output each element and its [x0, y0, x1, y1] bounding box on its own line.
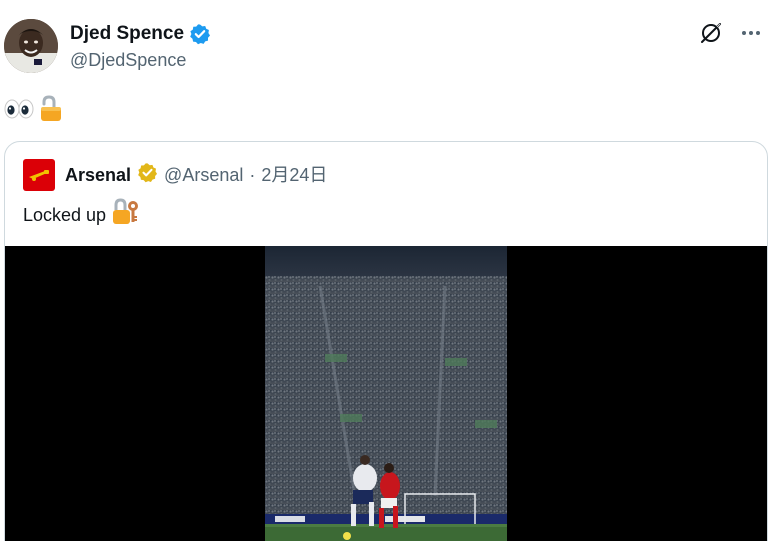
avatar-image — [4, 19, 58, 73]
quoted-tweet-header: Arsenal @Arsenal · 2月24日 — [23, 159, 327, 191]
quoted-tweet-text: Locked up — [23, 198, 140, 232]
author-name-row[interactable]: Djed Spence — [70, 22, 211, 46]
verified-badge-icon — [189, 23, 211, 45]
video-frame — [265, 246, 507, 541]
cannon-icon — [29, 170, 49, 181]
tweet-video[interactable] — [5, 246, 767, 541]
locked-with-key-emoji-icon — [112, 198, 140, 232]
quoted-author-name[interactable]: Arsenal — [65, 163, 131, 187]
author-handle[interactable]: @DjedSpence — [70, 48, 186, 72]
eyes-emoji-icon — [4, 97, 36, 128]
meta-separator: · — [249, 165, 256, 185]
unlocked-lock-emoji-icon — [38, 95, 64, 130]
more-icon[interactable] — [738, 20, 764, 46]
arsenal-avatar[interactable] — [23, 159, 55, 191]
quoted-text-content: Locked up — [23, 205, 107, 225]
quoted-tweet-date[interactable]: 2月24日 — [261, 163, 327, 187]
grok-icon[interactable] — [698, 20, 724, 46]
quoted-author-handle[interactable]: @Arsenal — [164, 163, 243, 187]
tweet-container: Djed Spence @DjedSpence Arsenal @Arsenal… — [0, 0, 770, 541]
author-name[interactable]: Djed Spence — [70, 22, 184, 46]
quoted-tweet-card[interactable]: Arsenal @Arsenal · 2月24日 Locked up — [4, 141, 768, 541]
gold-verified-badge-icon — [137, 162, 158, 189]
stadium-image — [265, 246, 507, 541]
author-avatar[interactable] — [4, 19, 58, 73]
tweet-actions — [698, 20, 764, 46]
tweet-text — [4, 95, 64, 130]
